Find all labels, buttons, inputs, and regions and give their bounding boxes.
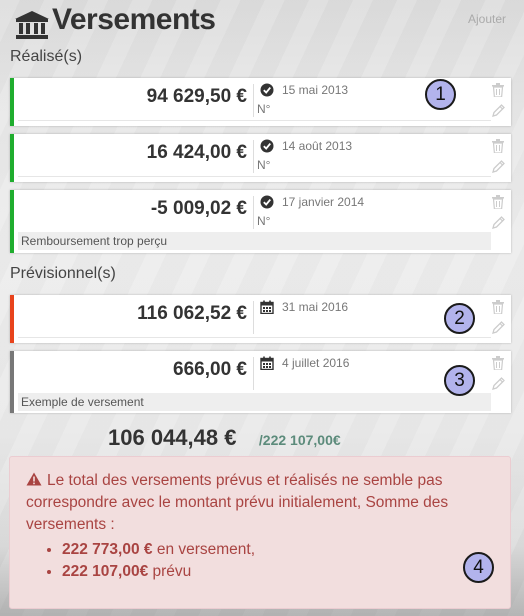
versement-date: 15 mai 2013 xyxy=(282,83,349,97)
versement-card: 16 424,00 € 14 août 2013 N° xyxy=(10,134,511,182)
versement-amount: 16 424,00 € xyxy=(146,142,247,163)
versement-number-label: N° xyxy=(257,102,271,116)
versement-amount: 666,00 € xyxy=(173,359,247,380)
trash-icon[interactable] xyxy=(492,300,504,314)
calendar-icon xyxy=(260,300,274,314)
section-title-realises: Réalisé(s) xyxy=(10,48,83,65)
page-header: Versements Ajouter xyxy=(12,3,512,40)
totals-row: 106 044,48 € /222 107,00€ xyxy=(108,425,341,451)
planned-total: /222 107,00€ xyxy=(258,432,341,448)
list-item: 222 773,00 € en versement, xyxy=(62,539,255,561)
pencil-icon[interactable] xyxy=(492,216,505,229)
alert-suffix: en versement, xyxy=(152,541,256,558)
check-circle-icon xyxy=(260,139,274,153)
versement-date: 17 janvier 2014 xyxy=(282,195,365,209)
annotation-marker-4: 4 xyxy=(463,552,494,583)
divider xyxy=(253,301,254,334)
divider xyxy=(18,120,491,121)
add-link[interactable]: Ajouter xyxy=(468,12,506,26)
status-bar xyxy=(10,78,14,126)
versement-date: 14 août 2013 xyxy=(282,139,353,153)
trash-icon[interactable] xyxy=(492,195,504,209)
pencil-icon[interactable] xyxy=(492,104,505,117)
alert-suffix: prévu xyxy=(148,563,192,580)
alert-list: 222 773,00 € en versement, 222 107,00€ p… xyxy=(48,539,255,583)
annotation-marker-1: 1 xyxy=(425,79,456,110)
check-circle-icon xyxy=(260,83,274,97)
versement-note: Remboursement trop perçu xyxy=(18,232,491,250)
versement-amount: -5 009,02 € xyxy=(150,198,247,219)
divider xyxy=(18,337,491,338)
status-bar xyxy=(10,351,14,413)
divider xyxy=(253,140,254,173)
alert-message-block: Le total des versements prévus et réalis… xyxy=(26,470,506,536)
versement-amount: 116 062,52 € xyxy=(137,303,247,324)
divider xyxy=(253,357,254,390)
versement-card: 116 062,52 € 31 mai 2016 2 xyxy=(10,295,511,343)
alert-value: 222 773,00 € xyxy=(62,541,153,558)
divider xyxy=(253,84,254,117)
check-circle-icon xyxy=(260,195,274,209)
bank-icon xyxy=(15,11,49,39)
section-title-previsionnels: Prévisionnel(s) xyxy=(10,265,116,282)
pencil-icon[interactable] xyxy=(492,160,505,173)
alert-message: Le total des versements prévus et réalis… xyxy=(26,472,449,533)
versement-number-label: N° xyxy=(257,214,271,228)
total-amount: 106 044,48 € xyxy=(108,425,237,450)
divider xyxy=(18,176,491,177)
annotation-marker-3: 3 xyxy=(444,365,475,396)
status-bar xyxy=(10,190,14,253)
versement-card: 666,00 € 4 juillet 2016 Exemple de verse… xyxy=(10,351,511,413)
warning-icon xyxy=(26,472,42,486)
page-title: Versements xyxy=(52,3,216,36)
trash-icon[interactable] xyxy=(492,139,504,153)
versement-card: 94 629,50 € 15 mai 2013 N° 1 xyxy=(10,78,511,126)
annotation-marker-2: 2 xyxy=(444,303,475,334)
trash-icon[interactable] xyxy=(492,356,504,370)
versement-date: 4 juillet 2016 xyxy=(282,356,350,370)
divider xyxy=(253,196,254,229)
calendar-icon xyxy=(260,356,274,370)
versement-note: Exemple de versement xyxy=(18,393,491,411)
status-bar xyxy=(10,134,14,182)
versement-card: -5 009,02 € 17 janvier 2014 N° Rembourse… xyxy=(10,190,511,253)
versement-date: 31 mai 2016 xyxy=(282,300,349,314)
versement-amount: 94 629,50 € xyxy=(146,86,247,107)
versement-number-label: N° xyxy=(257,158,271,172)
trash-icon[interactable] xyxy=(492,83,504,97)
list-item: 222 107,00€ prévu xyxy=(62,561,255,583)
pencil-icon[interactable] xyxy=(492,377,505,390)
alert-value: 222 107,00€ xyxy=(62,563,149,580)
warning-alert: Le total des versements prévus et réalis… xyxy=(9,456,511,609)
status-bar xyxy=(10,295,14,343)
pencil-icon[interactable] xyxy=(492,321,505,334)
